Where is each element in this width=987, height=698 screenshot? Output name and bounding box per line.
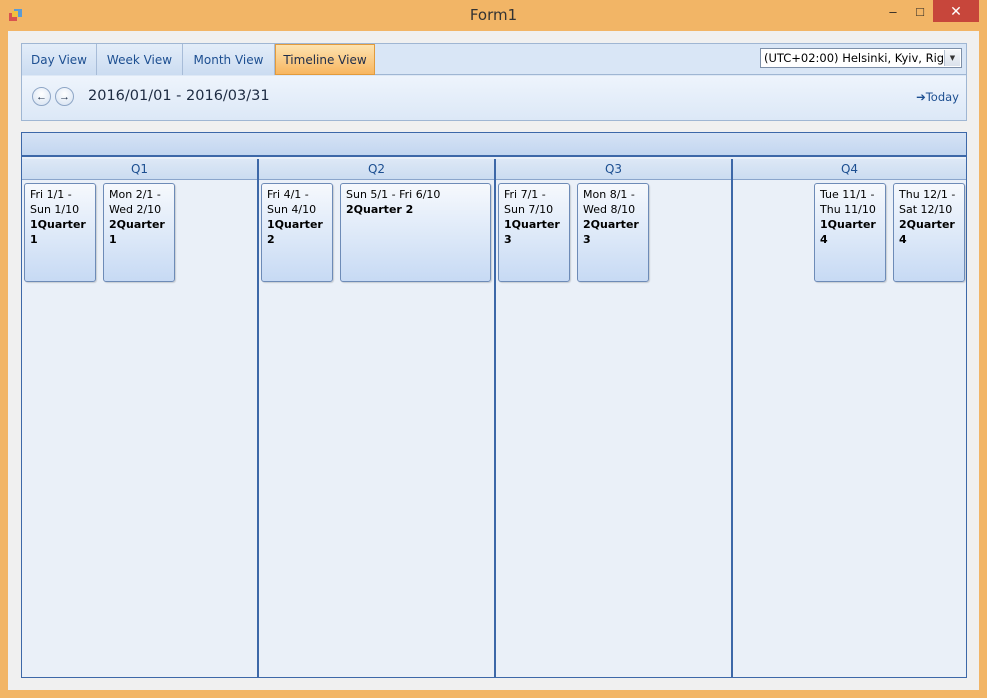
appointment[interactable]: Mon 8/1 - Wed 8/10 2Quarter 3 [577,183,649,282]
quarter-header: Q3 [496,159,731,180]
minimize-button[interactable]: – [880,0,906,22]
appointment-subject: 2Quarter 2 [346,203,414,216]
appointment-subject: 2Quarter 3 [583,218,639,246]
appointment-time: Tue 11/1 - [820,188,875,201]
appointment-time: Thu 11/10 [820,203,876,216]
today-link[interactable]: ➔Today [916,90,959,104]
scheduler-toolbar: Day View Week View Month View Timeline V… [21,43,967,121]
timeline-header [22,133,966,157]
appointment-subject: 1Quarter 4 [820,218,876,246]
quarter-column-q3[interactable]: Q3 Fri 7/1 - Sun 7/10 1Quarter 3 Mon 8/1… [496,159,733,677]
appointment-time: Fri 4/1 - [267,188,309,201]
appointment-time: Sun 4/10 [267,203,317,216]
appointment-subject: 2Quarter 1 [109,218,165,246]
tab-week-view[interactable]: Week View [97,44,183,75]
window-title: Form1 [469,6,518,24]
tab-month-view[interactable]: Month View [183,44,275,75]
close-button[interactable]: ✕ [933,0,979,22]
quarter-column-q4[interactable]: Q4 Tue 11/1 - Thu 11/10 1Quarter 4 Thu 1… [733,159,966,677]
next-button[interactable]: → [55,87,74,106]
appointment-time: Sun 5/1 - Fri 6/10 [346,188,441,201]
appointment[interactable]: Fri 4/1 - Sun 4/10 1Quarter 2 [261,183,333,282]
chevron-down-icon[interactable]: ▼ [944,50,960,66]
appointment-time: Wed 2/10 [109,203,162,216]
prev-button[interactable]: ← [32,87,51,106]
maximize-button[interactable]: □ [907,0,933,22]
appointment-subject: 2Quarter 4 [899,218,955,246]
quarter-header: Q2 [259,159,494,180]
view-tabs: Day View Week View Month View Timeline V… [22,44,966,75]
appointment[interactable]: Fri 1/1 - Sun 1/10 1Quarter 1 [24,183,96,282]
quarter-column-q2[interactable]: Q2 Fri 4/1 - Sun 4/10 1Quarter 2 Sun 5/1… [259,159,496,677]
appointment-time: Sat 12/10 [899,203,953,216]
timezone-value: (UTC+02:00) Helsinki, Kyiv, Riga, [764,51,955,65]
appointment-subject: 1Quarter 2 [267,218,323,246]
appointment[interactable]: Fri 7/1 - Sun 7/10 1Quarter 3 [498,183,570,282]
tab-timeline-view[interactable]: Timeline View [275,44,375,75]
timeline-view: Q1 Fri 1/1 - Sun 1/10 1Quarter 1 Mon 2/1… [21,132,967,678]
quarter-column-q1[interactable]: Q1 Fri 1/1 - Sun 1/10 1Quarter 1 Mon 2/1… [22,159,259,677]
appointment-time: Sun 1/10 [30,203,80,216]
appointment-time: Thu 12/1 - [899,188,956,201]
appointment[interactable]: Mon 2/1 - Wed 2/10 2Quarter 1 [103,183,175,282]
appointment[interactable]: Tue 11/1 - Thu 11/10 1Quarter 4 [814,183,886,282]
navigation-bar: ← → 2016/01/01 - 2016/03/31 ➔Today [22,76,966,120]
appointment-time: Mon 8/1 - [583,188,635,201]
timezone-select[interactable]: (UTC+02:00) Helsinki, Kyiv, Riga, ▼ [760,48,962,68]
appointment-subject: 1Quarter 3 [504,218,560,246]
appointment[interactable]: Thu 12/1 - Sat 12/10 2Quarter 4 [893,183,965,282]
client-area: Day View Week View Month View Timeline V… [8,31,979,690]
appointment-time: Fri 7/1 - [504,188,546,201]
tab-day-view[interactable]: Day View [22,44,97,75]
title-bar[interactable]: Form1 – □ ✕ [0,0,987,31]
appointment-time: Fri 1/1 - [30,188,72,201]
appointment-time: Sun 7/10 [504,203,554,216]
appointment-time: Mon 2/1 - [109,188,161,201]
quarter-header: Q4 [733,159,966,180]
appointment-time: Wed 8/10 [583,203,636,216]
app-window: Form1 – □ ✕ Day View Week View Month Vie… [0,0,987,698]
appointment-subject: 1Quarter 1 [30,218,86,246]
quarter-header: Q1 [22,159,257,180]
date-range-label: 2016/01/01 - 2016/03/31 [88,88,270,104]
appointment[interactable]: Sun 5/1 - Fri 6/10 2Quarter 2 [340,183,491,282]
